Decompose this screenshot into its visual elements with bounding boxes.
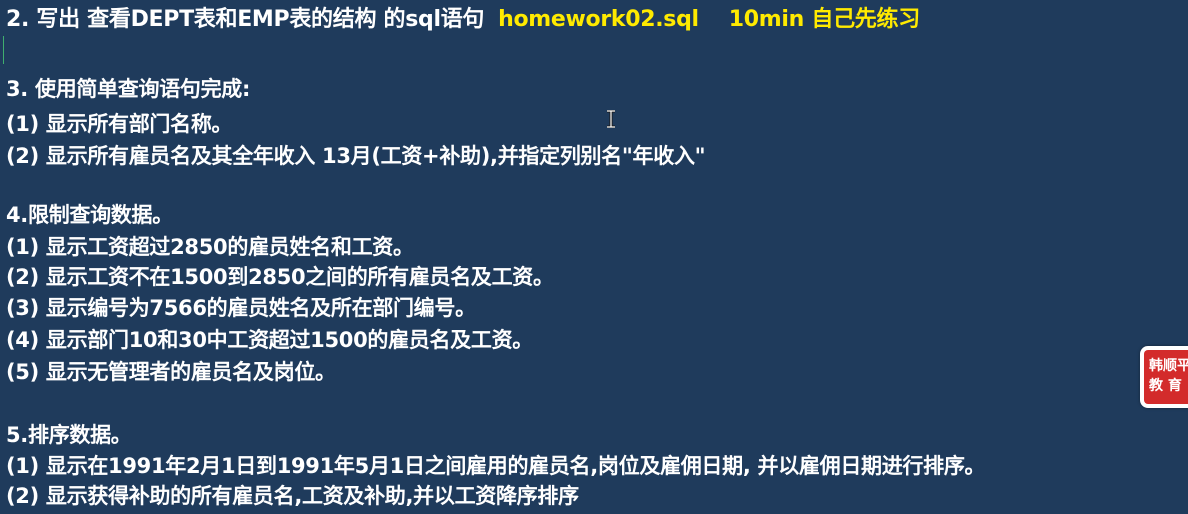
section-4-item-2: (2) 显示工资不在1500到2850之间的所有雇员名及工资。: [6, 265, 554, 289]
text-cursor: [3, 36, 4, 64]
title-file: homework02.sql: [498, 7, 699, 32]
logo-text: 韩顺平 教 育: [1144, 350, 1188, 404]
title-time: 10min 自己先练习: [728, 7, 920, 32]
slide: 2. 写出 查看DEPT表和EMP表的结构 的sql语句 homework02.s…: [0, 0, 1188, 514]
section-3-item-1: (1) 显示所有部门名称。: [6, 112, 233, 136]
section-4-item-4: (4) 显示部门10和30中工资超过1500的雇员名及工资。: [6, 328, 534, 352]
section-5-item-1: (1) 显示在1991年2月1日到1991年5月1日之间雇用的雇员名,岗位及雇佣…: [6, 454, 986, 478]
section-5-heading: 5.排序数据。: [6, 423, 132, 447]
section-3-heading: 3. 使用简单查询语句完成:: [6, 77, 251, 101]
ibeam-cursor-icon: [607, 110, 615, 128]
logo-line-1: 韩顺平: [1149, 358, 1188, 374]
logo-line-2: 教 育: [1149, 378, 1182, 394]
section-3-item-2: (2) 显示所有雇员名及其全年收入 13月(工资+补助),并指定列别名"年收入": [6, 144, 706, 168]
title-text: 2. 写出 查看DEPT表和EMP表的结构 的sql语句: [6, 7, 485, 32]
section-5-item-2: (2) 显示获得补助的所有雇员名,工资及补助,并以工资降序排序: [6, 484, 579, 508]
title-line: 2. 写出 查看DEPT表和EMP表的结构 的sql语句 homework02.s…: [6, 6, 920, 34]
section-4-item-5: (5) 显示无管理者的雇员名及岗位。: [6, 360, 336, 384]
section-4-heading: 4.限制查询数据。: [6, 203, 173, 227]
section-4-item-3: (3) 显示编号为7566的雇员姓名及所在部门编号。: [6, 296, 476, 320]
logo-badge: 韩顺平 教 育: [1140, 346, 1188, 408]
section-4-item-1: (1) 显示工资超过2850的雇员姓名和工资。: [6, 235, 414, 259]
